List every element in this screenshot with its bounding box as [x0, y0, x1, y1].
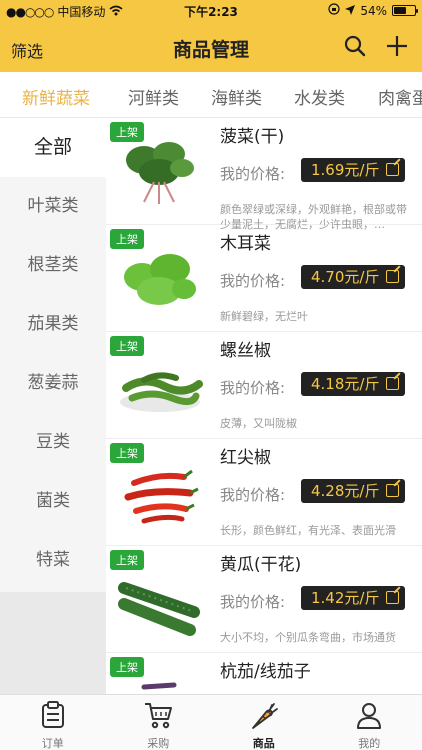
location-icon: [345, 4, 356, 18]
battery-icon: [392, 5, 418, 16]
category-tabs: 新鲜蔬菜 河鲜类 海鲜类 水发类 肉禽蛋: [0, 72, 422, 118]
orientation-lock-icon: [328, 3, 340, 18]
sidebar: 全部 叶菜类 根茎类 茄果类 葱姜蒜 豆类 菌类 特菜: [0, 118, 106, 592]
list-item[interactable]: 上架 黄瓜(干花) 我的价格: 1.42元/斤 大小不均，个别瓜条弯曲，市场通货: [106, 546, 422, 653]
bottom-tab-purchase[interactable]: 采购: [106, 695, 212, 750]
status-badge: 上架: [110, 229, 144, 249]
sidebar-item-specialty[interactable]: 特菜: [0, 531, 106, 590]
price-button[interactable]: 4.70元/斤: [301, 265, 405, 289]
plus-icon[interactable]: [386, 35, 408, 61]
search-icon[interactable]: [344, 35, 366, 61]
cucumber-image: [118, 582, 200, 636]
edit-icon: [386, 270, 399, 283]
price-value: 4.18元/斤: [311, 375, 380, 393]
price-label: 我的价格:: [220, 486, 286, 504]
price-value: 1.42元/斤: [311, 589, 380, 607]
list-item[interactable]: 上架 螺丝椒 我的价格: 4.18元/斤 皮薄，又叫陇椒: [106, 332, 422, 439]
bottom-tab-products[interactable]: 商品: [211, 695, 317, 750]
top-bar: ●●○○○ 中国移动 下午2:23 54% 筛选 商品管理: [0, 0, 422, 72]
edit-icon: [386, 591, 399, 604]
status-badge: 上架: [110, 336, 144, 356]
edit-icon: [386, 163, 399, 176]
product-name: 红尖椒: [220, 448, 271, 468]
red-chili-image: [124, 469, 199, 524]
malabar-spinach-image: [124, 254, 196, 305]
bottom-tab-label: 采购: [147, 737, 170, 750]
sidebar-item-root[interactable]: 根茎类: [0, 236, 106, 295]
price-button[interactable]: 4.28元/斤: [301, 479, 405, 503]
list-item[interactable]: 上架 红尖椒 我的价格: 4.28元/斤 长形，颜色鲜红，有光泽、表面光滑: [106, 439, 422, 546]
edit-icon: [386, 484, 399, 497]
product-name: 木耳菜: [220, 234, 271, 254]
list-item[interactable]: 上架 木耳菜 我的价格: 4.70元/斤 新鲜碧绿，无烂叶: [106, 225, 422, 332]
product-description: 新鲜碧绿，无烂叶: [220, 310, 308, 323]
bottom-tab-label: 订单: [41, 737, 64, 750]
bottom-tab-label: 商品: [252, 737, 275, 750]
product-name: 黄瓜(干花): [220, 555, 302, 575]
tab-fresh-vegetables[interactable]: 新鲜蔬菜: [22, 84, 90, 109]
bottom-tab-me[interactable]: 我的: [317, 695, 422, 750]
status-bar: ●●○○○ 中国移动 下午2:23 54%: [0, 0, 422, 22]
battery-percent: 54%: [360, 3, 387, 18]
product-name: 菠菜(干): [220, 127, 285, 147]
price-label: 我的价格:: [220, 165, 286, 183]
nav-bar: 筛选 商品管理: [0, 24, 422, 70]
sidebar-item-leafy[interactable]: 叶菜类: [0, 177, 106, 236]
cart-icon: [143, 701, 173, 733]
bottom-tab-orders[interactable]: 订单: [0, 695, 106, 750]
tab-soaked-goods[interactable]: 水发类: [294, 84, 345, 109]
sidebar-item-solanaceous[interactable]: 茄果类: [0, 295, 106, 354]
spinach-image: [126, 142, 194, 204]
sidebar-empty-area: [0, 592, 106, 694]
product-name: 螺丝椒: [220, 341, 271, 361]
price-label: 我的价格:: [220, 379, 286, 397]
price-value: 4.28元/斤: [311, 482, 380, 500]
product-description: 皮薄，又叫陇椒: [220, 417, 297, 430]
tab-meat-poultry-eggs[interactable]: 肉禽蛋: [378, 84, 422, 109]
product-name: 杭茄/线茄子: [220, 662, 311, 682]
screw-pepper-image: [120, 372, 203, 412]
carrot-icon: [249, 701, 279, 735]
product-list[interactable]: 上架 菠菜(干) 我的价格: 1.69元/斤 颜色翠绿或深绿，外观鲜艳，根部或带…: [106, 118, 422, 694]
price-label: 我的价格:: [220, 593, 286, 611]
list-item[interactable]: 上架 杭茄/线茄子: [106, 653, 422, 694]
sidebar-item-beans[interactable]: 豆类: [0, 413, 106, 472]
status-badge: 上架: [110, 550, 144, 570]
status-badge: 上架: [110, 657, 144, 677]
price-button[interactable]: 1.69元/斤: [301, 158, 405, 182]
sidebar-item-onion-ginger-garlic[interactable]: 葱姜蒜: [0, 354, 106, 413]
bottom-tab-bar: 订单 采购 商品 我的: [0, 694, 422, 750]
product-description: 长形，颜色鲜红，有光泽、表面光滑: [220, 524, 396, 537]
sidebar-item-fungi[interactable]: 菌类: [0, 472, 106, 531]
price-value: 4.70元/斤: [311, 268, 380, 286]
status-badge: 上架: [110, 443, 144, 463]
price-button[interactable]: 1.42元/斤: [301, 586, 405, 610]
price-value: 1.69元/斤: [311, 161, 380, 179]
price-label: 我的价格:: [220, 272, 286, 290]
product-description: 大小不均，个别瓜条弯曲，市场通货: [220, 631, 396, 644]
bottom-tab-label: 我的: [358, 737, 381, 750]
sidebar-item-all[interactable]: 全部: [0, 118, 106, 177]
user-icon: [355, 701, 383, 733]
price-button[interactable]: 4.18元/斤: [301, 372, 405, 396]
tab-river-fresh[interactable]: 河鲜类: [128, 84, 179, 109]
edit-icon: [386, 377, 399, 390]
tab-seafood[interactable]: 海鲜类: [211, 84, 262, 109]
status-badge: 上架: [110, 122, 144, 142]
clipboard-icon: [40, 701, 66, 733]
list-item[interactable]: 上架 菠菜(干) 我的价格: 1.69元/斤 颜色翠绿或深绿，外观鲜艳，根部或带…: [106, 118, 422, 231]
